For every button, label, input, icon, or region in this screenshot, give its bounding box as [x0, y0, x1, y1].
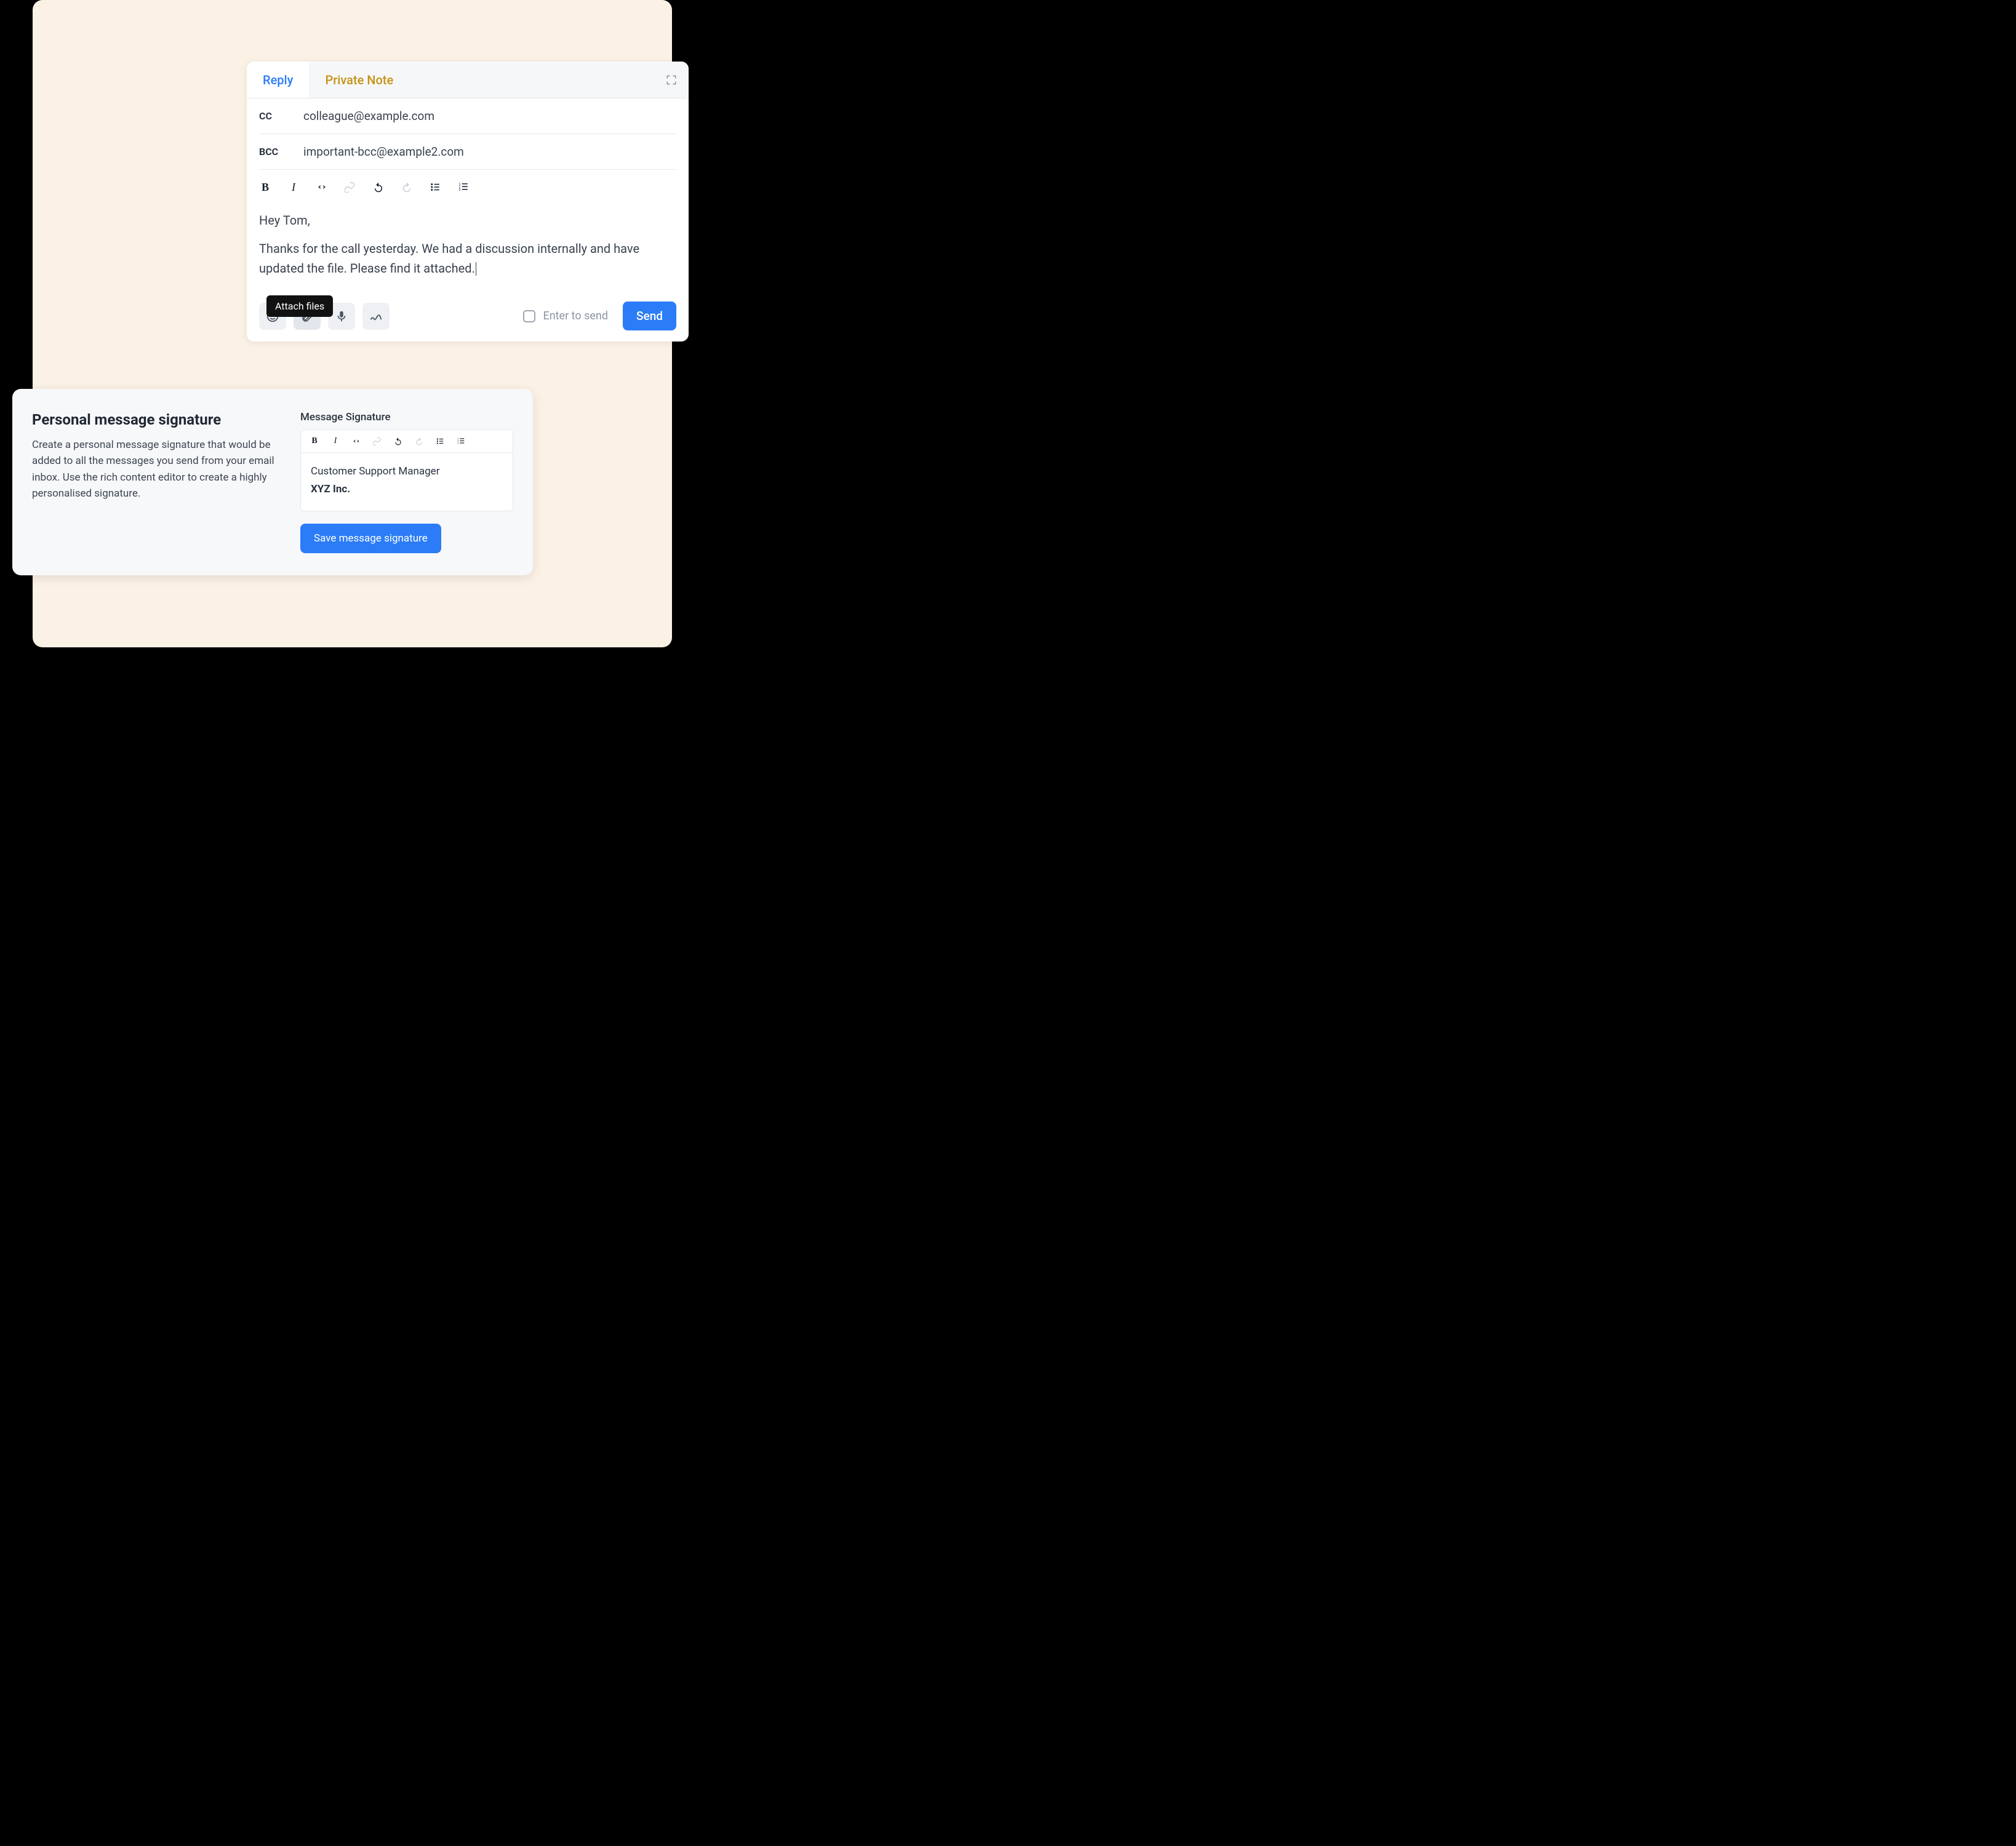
signature-editor-panel: Message Signature B I	[300, 411, 513, 553]
italic-icon[interactable]: I	[330, 436, 340, 446]
signature-heading: Personal message signature	[32, 411, 281, 428]
tab-reply[interactable]: Reply	[247, 62, 309, 98]
body-paragraph: Thanks for the call yesterday. We had a …	[259, 239, 676, 278]
bullet-list-icon[interactable]	[435, 436, 445, 446]
italic-icon[interactable]: I	[287, 181, 300, 193]
compose-tabs: Reply Private Note	[247, 62, 689, 98]
signature-label: Message Signature	[300, 411, 513, 423]
signature-line1: Customer Support Manager	[311, 463, 503, 481]
ordered-list-icon[interactable]: 123	[457, 181, 470, 193]
bcc-label: BCC	[259, 146, 286, 158]
send-button[interactable]: Send	[623, 302, 676, 330]
svg-text:3: 3	[457, 442, 458, 445]
cc-row[interactable]: CC colleague@example.com	[259, 98, 676, 134]
format-toolbar: B I 123	[247, 170, 689, 197]
link-icon[interactable]	[372, 436, 382, 446]
undo-icon[interactable]	[393, 436, 403, 446]
bcc-row[interactable]: BCC important-bcc@example2.com	[259, 134, 676, 170]
redo-icon[interactable]	[401, 181, 413, 193]
bcc-value: important-bcc@example2.com	[303, 145, 464, 159]
signature-description: Create a personal message signature that…	[32, 437, 281, 501]
cc-label: CC	[259, 110, 286, 122]
bullet-list-icon[interactable]	[429, 181, 441, 193]
enter-to-send-label: Enter to send	[543, 310, 608, 322]
message-body[interactable]: Hey Tom, Thanks for the call yesterday. …	[247, 197, 689, 294]
signature-card: Personal message signature Create a pers…	[12, 389, 533, 575]
attach-tooltip: Attach files	[266, 295, 333, 317]
signature-button[interactable]	[362, 303, 390, 330]
bold-icon[interactable]: B	[310, 436, 319, 446]
signature-toolbar: B I 123	[301, 430, 513, 453]
link-icon[interactable]	[344, 181, 356, 193]
ordered-list-icon[interactable]: 123	[456, 436, 466, 446]
code-icon[interactable]	[351, 436, 361, 446]
undo-icon[interactable]	[372, 181, 385, 193]
code-icon[interactable]	[316, 181, 328, 193]
signature-info: Personal message signature Create a pers…	[32, 411, 281, 553]
signature-editor: B I 123	[300, 430, 513, 511]
signature-line2: XYZ Inc.	[311, 481, 503, 498]
save-signature-button[interactable]: Save message signature	[300, 524, 441, 553]
body-greeting: Hey Tom,	[259, 210, 676, 230]
svg-text:3: 3	[459, 188, 461, 192]
enter-to-send-checkbox[interactable]	[523, 310, 535, 322]
cc-value: colleague@example.com	[303, 109, 434, 123]
tab-private-note[interactable]: Private Note	[309, 62, 409, 98]
expand-icon[interactable]	[664, 73, 679, 87]
recipient-fields: CC colleague@example.com BCC important-b…	[247, 98, 689, 170]
redo-icon[interactable]	[414, 436, 424, 446]
bold-icon[interactable]: B	[259, 181, 271, 193]
signature-content[interactable]: Customer Support Manager XYZ Inc.	[301, 453, 513, 511]
